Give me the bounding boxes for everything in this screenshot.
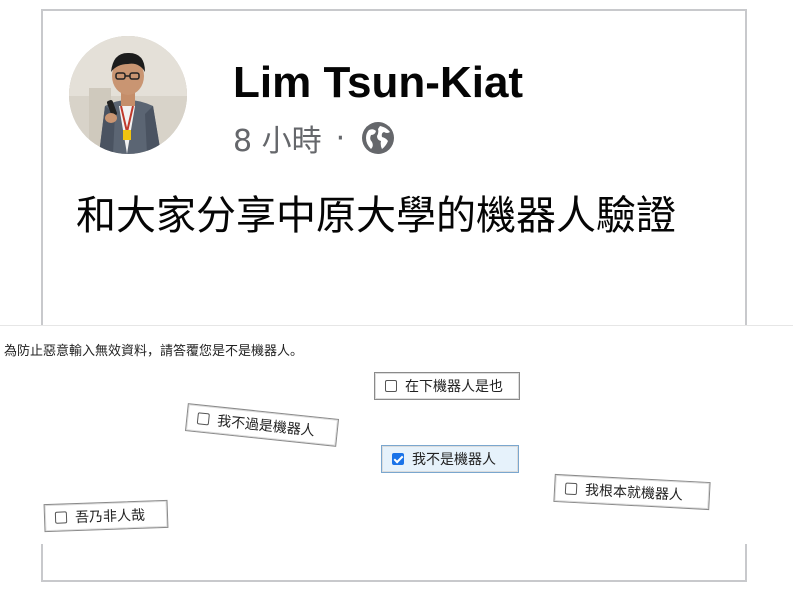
post-card-footer [41,544,747,582]
avatar-photo-icon [69,36,187,154]
captcha-option[interactable]: 我不過是機器人 [184,403,340,447]
avatar[interactable] [69,36,187,154]
post-timestamp[interactable]: 8 小時 [233,116,322,160]
checkbox-icon[interactable] [385,380,397,392]
screenshot-stage: Lim Tsun-Kiat 8 小時 · 和大家分享中原大學的機器人驗證 為防止… [0,0,793,597]
checkbox-icon[interactable] [196,412,210,426]
captcha-prompt: 為防止惡意輸入無效資料，請答覆您是不是機器人。 [4,344,304,359]
checkbox-icon[interactable] [564,482,578,496]
captcha-option-label: 吾乃非人哉 [74,507,146,527]
captcha-option-label: 我不過是機器人 [216,413,316,440]
captcha-option-label: 在下機器人是也 [405,379,503,395]
captcha-option[interactable]: 吾乃非人哉 [43,499,169,533]
post-body-text: 和大家分享中原大學的機器人驗證 [76,193,676,239]
captcha-option-label: 我不是機器人 [412,452,496,468]
author-name[interactable]: Lim Tsun-Kiat [233,58,523,108]
captcha-option[interactable]: 我根本就機器人 [553,473,711,511]
captcha-option-label: 我根本就機器人 [584,482,684,504]
post-meta: 8 小時 · [233,116,397,160]
checkbox-checked-icon[interactable] [392,453,404,465]
captcha-screenshot: 為防止惡意輸入無效資料，請答覆您是不是機器人。 在下機器人是也 我不過是機器人 … [0,325,793,545]
globe-icon[interactable] [359,119,397,157]
checkbox-icon[interactable] [54,511,68,524]
meta-separator: · [335,120,346,156]
captcha-option-selected[interactable]: 我不是機器人 [381,445,519,473]
captcha-option[interactable]: 在下機器人是也 [374,372,520,400]
